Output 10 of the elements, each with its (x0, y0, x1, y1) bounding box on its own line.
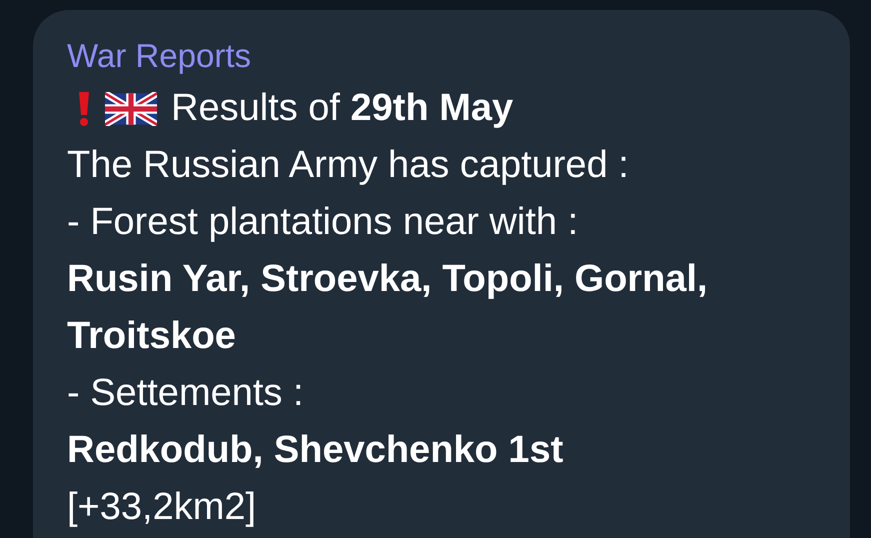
message-line: Results of 29th May (171, 86, 514, 131)
flag-icon (105, 92, 157, 126)
message-line: - Forest plantations near with : (67, 200, 580, 245)
sender-name: War Reports (67, 36, 252, 76)
message-line: - Settements : (67, 371, 305, 416)
message-line: Rusin Yar, Stroevka, Topoli, Gornal, Troitskoe (67, 257, 709, 359)
message-line: [+33,2km2] (67, 485, 258, 530)
exclamation-icon (77, 92, 91, 126)
message-line: The Russian Army has captured : (67, 143, 630, 188)
message-line: Redkodub, Shevchenko 1st (67, 428, 564, 473)
